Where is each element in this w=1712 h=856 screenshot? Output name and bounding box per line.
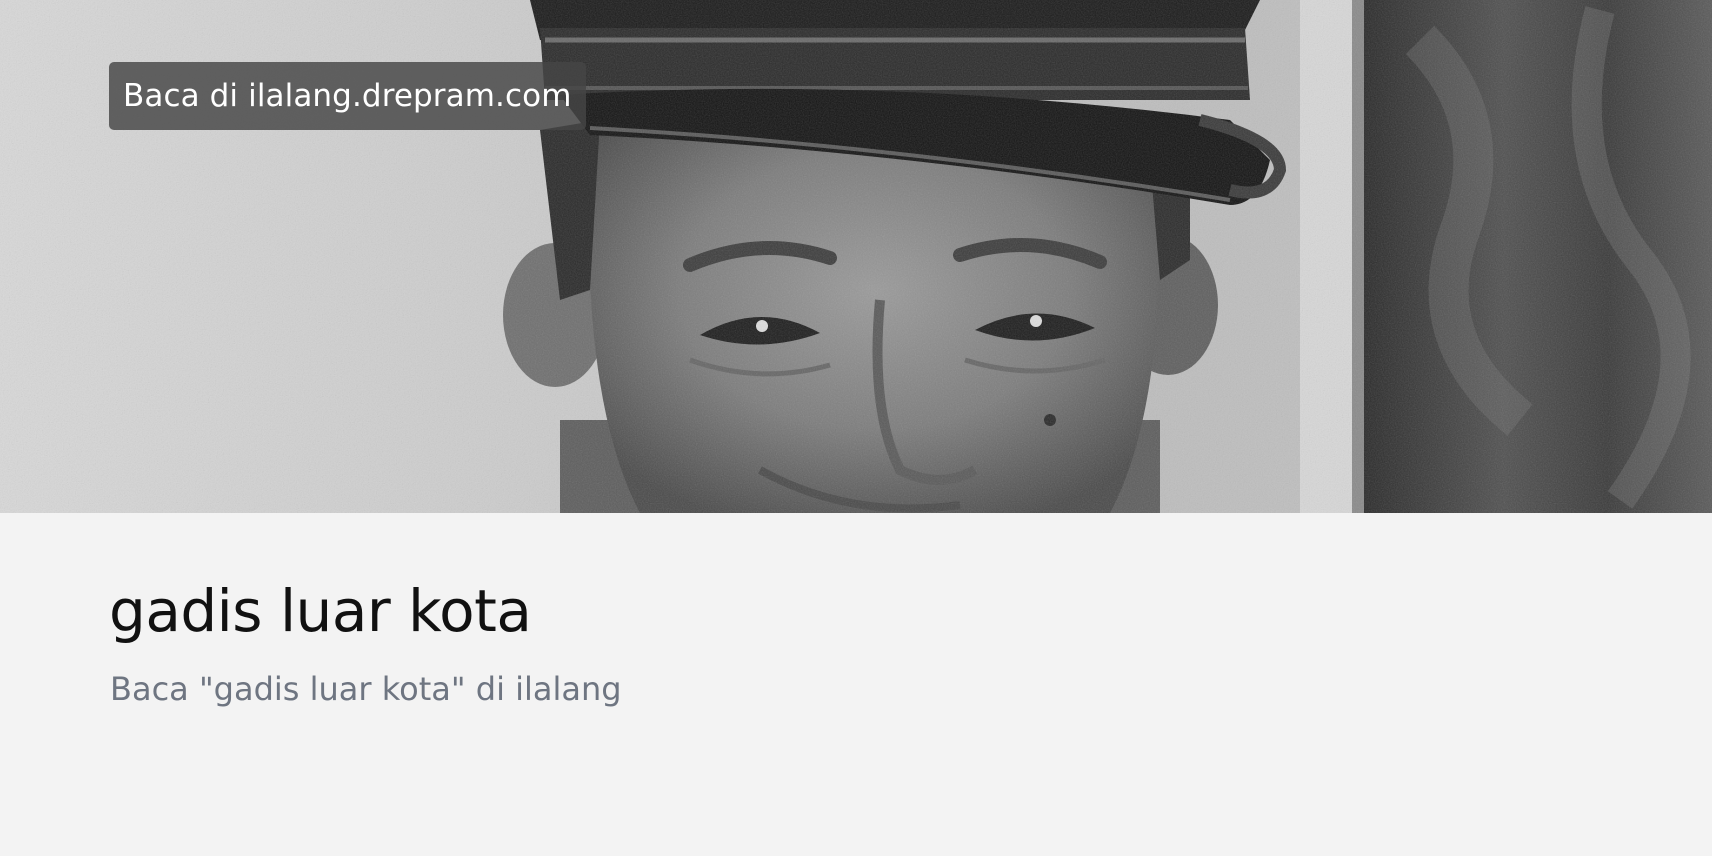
source-link-label[interactable]: Baca di ilalang.drepram.com [123, 78, 572, 114]
page-title: gadis luar kota [109, 577, 532, 645]
page-subtitle: Baca "gadis luar kota" di ilalang [110, 670, 622, 708]
content-panel: gadis luar kota Baca "gadis luar kota" d… [0, 513, 1712, 856]
source-link-badge[interactable]: Baca di ilalang.drepram.com [109, 62, 586, 130]
